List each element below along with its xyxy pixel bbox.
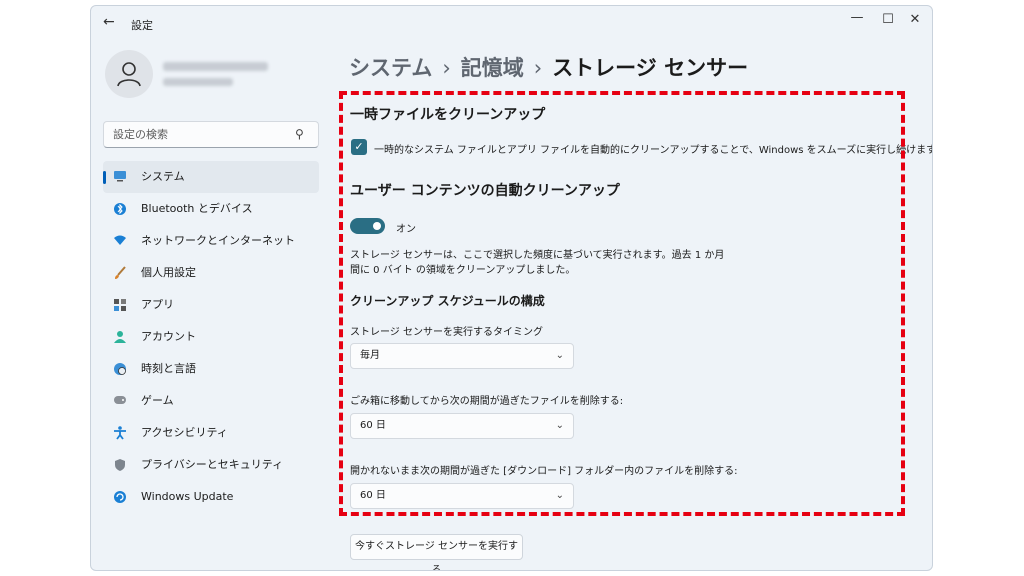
temp-files-checkbox[interactable]: ✓ bbox=[351, 139, 367, 155]
globe-clock-icon bbox=[113, 362, 127, 376]
sidebar-item-network[interactable]: ネットワークとインターネット bbox=[103, 225, 319, 257]
sidebar-item-label: ゲーム bbox=[141, 394, 174, 407]
sidebar-item-label: アクセシビリティ bbox=[141, 426, 228, 439]
checkmark-icon: ✓ bbox=[354, 140, 364, 153]
sidebar-item-windows-update[interactable]: Windows Update bbox=[103, 481, 319, 513]
apps-icon bbox=[113, 298, 127, 312]
temp-files-heading: 一時ファイルをクリーンアップ bbox=[350, 107, 546, 123]
downloads-dropdown[interactable]: 60 日 ⌄ bbox=[350, 483, 574, 509]
sidebar-item-label: 時刻と言語 bbox=[141, 362, 196, 375]
gamepad-icon bbox=[113, 394, 127, 408]
sidebar-item-apps[interactable]: アプリ bbox=[103, 289, 319, 321]
shield-icon bbox=[113, 458, 127, 472]
breadcrumb-separator: › bbox=[533, 56, 543, 80]
breadcrumb-storage[interactable]: 記憶域 bbox=[461, 56, 524, 80]
page-title: ストレージ センサー bbox=[552, 56, 749, 80]
sidebar-item-label: 個人用設定 bbox=[141, 266, 196, 279]
sidebar-item-privacy[interactable]: プライバシーとセキュリティ bbox=[103, 449, 319, 481]
auto-cleanup-description: ストレージ センサーは、ここで選択した頻度に基づいて実行されます。過去 1 か月 bbox=[350, 250, 725, 261]
schedule-heading: クリーンアップ スケジュールの構成 bbox=[350, 294, 545, 308]
downloads-label: 開かれないまま次の期間が過ぎた [ダウンロード] フォルダー内のファイルを削除す… bbox=[350, 466, 738, 477]
bluetooth-icon bbox=[113, 202, 127, 216]
search-input[interactable]: 設定の検索 bbox=[103, 121, 319, 148]
sidebar-item-label: アカウント bbox=[141, 330, 196, 343]
back-arrow-icon[interactable]: ← bbox=[103, 14, 115, 30]
sidebar-item-time-language[interactable]: 時刻と言語 bbox=[103, 353, 319, 385]
run-timing-value: 毎月 bbox=[360, 350, 380, 361]
sidebar-item-accounts[interactable]: アカウント bbox=[103, 321, 319, 353]
toggle-state-label: オン bbox=[396, 224, 416, 235]
user-name-blurred bbox=[163, 62, 268, 71]
sidebar-item-accessibility[interactable]: アクセシビリティ bbox=[103, 417, 319, 449]
breadcrumb-separator: › bbox=[442, 56, 451, 80]
app-title: 設定 bbox=[131, 19, 153, 32]
breadcrumb-system[interactable]: システム bbox=[349, 56, 432, 80]
title-bar: ← 設定 — ☐ ✕ bbox=[91, 6, 932, 40]
sidebar-item-label: アプリ bbox=[141, 298, 174, 311]
run-timing-dropdown[interactable]: 毎月 ⌄ bbox=[350, 343, 574, 369]
sidebar-item-system[interactable]: システム bbox=[103, 161, 319, 193]
person-icon bbox=[113, 330, 127, 344]
recycle-bin-value: 60 日 bbox=[360, 420, 386, 431]
run-timing-label: ストレージ センサーを実行するタイミング bbox=[350, 327, 543, 338]
sidebar-nav: システム Bluetooth とデバイス ネットワークとインターネット 個人用設… bbox=[103, 161, 319, 513]
auto-cleanup-description: 間に 0 バイト の領域をクリーンアップしました。 bbox=[350, 265, 576, 276]
person-icon bbox=[117, 62, 141, 87]
chevron-down-icon: ⌄ bbox=[555, 420, 564, 431]
sidebar-item-label: Bluetooth とデバイス bbox=[141, 202, 253, 215]
monitor-icon bbox=[113, 170, 127, 184]
recycle-bin-label: ごみ箱に移動してから次の期間が過ぎたファイルを削除する: bbox=[350, 396, 624, 407]
sidebar-item-label: プライバシーとセキュリティ bbox=[141, 458, 284, 471]
accessibility-icon bbox=[113, 426, 127, 440]
search-icon[interactable]: ⚲ bbox=[295, 127, 304, 141]
sidebar-item-gaming[interactable]: ゲーム bbox=[103, 385, 319, 417]
user-email-blurred bbox=[163, 78, 233, 86]
downloads-value: 60 日 bbox=[360, 490, 386, 501]
minimize-icon[interactable]: — bbox=[848, 10, 866, 25]
update-icon bbox=[113, 490, 127, 504]
temp-files-checkbox-label: 一時的なシステム ファイルとアプリ ファイルを自動的にクリーンアップすることで、… bbox=[374, 145, 933, 156]
sidebar-item-personalization[interactable]: 個人用設定 bbox=[103, 257, 319, 289]
sidebar-item-label: ネットワークとインターネット bbox=[141, 234, 295, 247]
sidebar-item-label: システム bbox=[141, 170, 185, 183]
brush-icon bbox=[113, 266, 127, 280]
avatar bbox=[105, 50, 153, 98]
sidebar-item-bluetooth[interactable]: Bluetooth とデバイス bbox=[103, 193, 319, 225]
settings-window: ← 設定 — ☐ ✕ 設定の検索 ⚲ システム Bluetooth とデバイス … bbox=[90, 5, 933, 571]
maximize-icon[interactable]: ☐ bbox=[879, 12, 897, 27]
close-icon[interactable]: ✕ bbox=[906, 12, 924, 27]
auto-cleanup-toggle[interactable] bbox=[350, 218, 385, 234]
wifi-icon bbox=[113, 234, 127, 248]
chevron-down-icon: ⌄ bbox=[555, 350, 564, 361]
chevron-down-icon: ⌄ bbox=[555, 490, 564, 501]
auto-cleanup-heading: ユーザー コンテンツの自動クリーンアップ bbox=[350, 183, 620, 199]
run-storage-sense-now-button[interactable]: 今すぐストレージ センサーを実行する bbox=[350, 534, 523, 570]
recycle-bin-dropdown[interactable]: 60 日 ⌄ bbox=[350, 413, 574, 439]
breadcrumb: システム › 記憶域 › ストレージ センサー bbox=[349, 52, 748, 82]
sidebar-item-label: Windows Update bbox=[141, 490, 234, 503]
